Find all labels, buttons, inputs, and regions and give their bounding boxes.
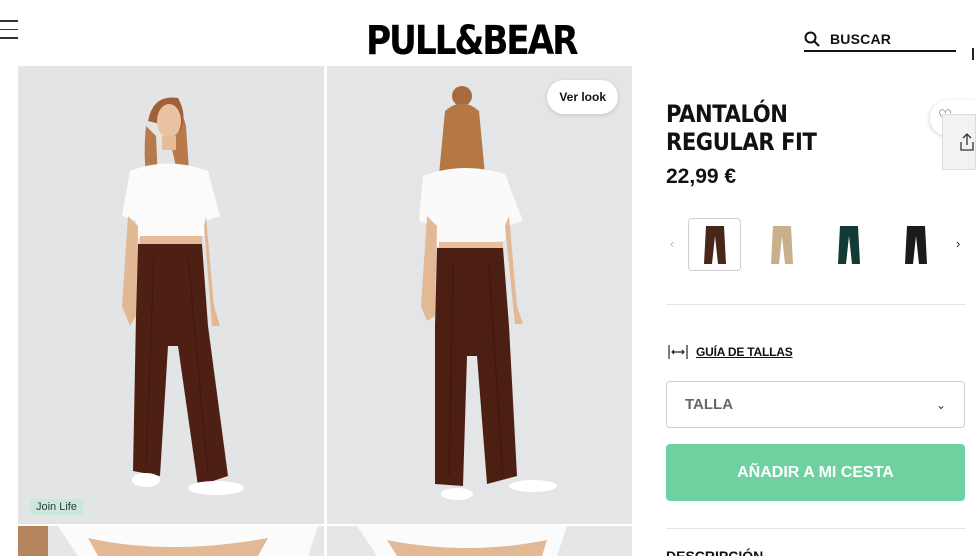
divider xyxy=(666,304,966,305)
pants-black-icon xyxy=(904,225,927,264)
description-heading[interactable]: DESCRIPCIÓN xyxy=(666,548,763,556)
detail-crop-illustration-2 xyxy=(327,526,632,556)
product-title: PANTALÓN REGULAR FIT xyxy=(666,100,817,156)
pants-beige-icon xyxy=(770,225,793,264)
ver-look-button[interactable]: Ver look xyxy=(547,80,618,114)
size-guide-link[interactable]: GUÍA DE TALLAS xyxy=(668,344,793,360)
product-photo-detail-2[interactable] xyxy=(327,526,632,556)
pants-green-icon xyxy=(837,225,860,264)
add-to-cart-button[interactable]: AÑADIR A MI CESTA xyxy=(666,444,965,501)
product-price: 22,99 € xyxy=(666,165,737,188)
color-swatch-dark-green[interactable] xyxy=(822,218,875,271)
divider xyxy=(666,528,966,529)
detail-crop-illustration xyxy=(18,526,324,556)
chevron-down-icon: ⌄ xyxy=(935,397,946,412)
color-selector: ‹ › xyxy=(666,216,976,272)
size-placeholder: TALLA xyxy=(685,396,734,413)
chevron-left-icon[interactable]: ‹ xyxy=(670,236,674,251)
model-back-illustration xyxy=(327,66,632,524)
product-photo-front[interactable]: Join Life xyxy=(18,66,324,524)
product-photo-detail-1[interactable] xyxy=(18,526,324,556)
edge-mark xyxy=(972,48,974,60)
menu-icon[interactable] xyxy=(0,20,18,40)
model-front-illustration xyxy=(18,66,324,524)
size-select[interactable]: TALLA ⌄ xyxy=(666,381,965,428)
search-label: BUSCAR xyxy=(830,31,892,47)
color-swatch-brown[interactable] xyxy=(688,218,741,271)
color-swatch-black[interactable] xyxy=(889,218,942,271)
share-icon xyxy=(960,133,974,151)
search-icon xyxy=(804,31,820,47)
size-guide-label: GUÍA DE TALLAS xyxy=(696,345,793,359)
ruler-icon xyxy=(668,345,688,359)
chevron-right-icon[interactable]: › xyxy=(956,236,960,251)
pants-brown-icon xyxy=(703,225,726,264)
product-photo-back[interactable]: Ver look xyxy=(327,66,632,524)
color-swatch-beige[interactable] xyxy=(755,218,808,271)
brand-logo[interactable]: PULL&BEAR xyxy=(366,18,579,64)
join-life-badge: Join Life xyxy=(30,499,83,515)
share-button[interactable] xyxy=(942,114,976,170)
search-input[interactable]: BUSCAR xyxy=(804,28,956,52)
